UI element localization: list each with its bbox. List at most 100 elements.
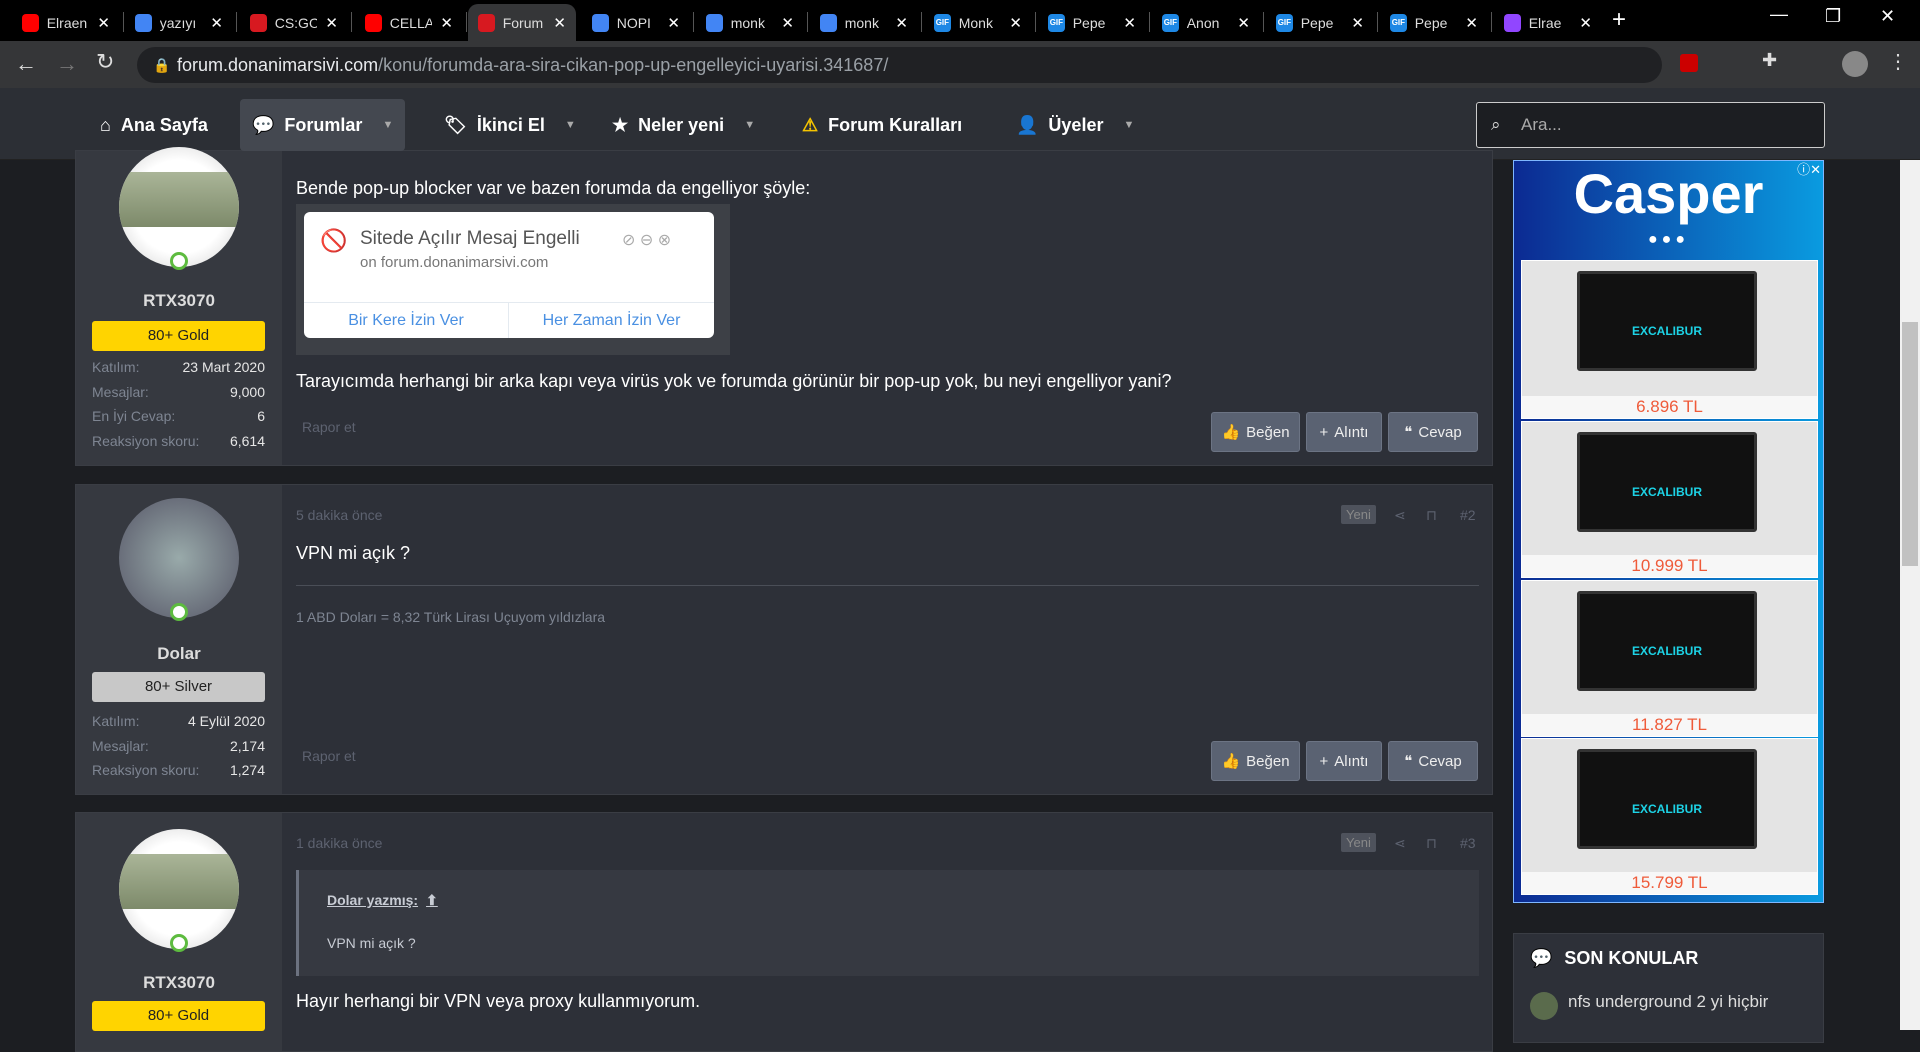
nav-item-neler-yeni[interactable]: ★ Neler yeni ▼ xyxy=(600,99,767,151)
nvidia-card-image xyxy=(119,854,239,909)
post-time[interactable]: 1 dakika önce xyxy=(296,835,382,851)
product-price: 11.827 TL xyxy=(1522,714,1817,736)
list-item[interactable]: nfs underground 2 yi hiçbir xyxy=(1530,992,1768,1020)
browser-tab[interactable]: CELLA ✕ xyxy=(355,4,463,41)
post-number[interactable]: #2 xyxy=(1460,507,1476,523)
quote-button[interactable]: + Alıntı xyxy=(1306,741,1382,781)
close-icon[interactable]: ✕ xyxy=(1465,14,1478,32)
browser-tab[interactable]: CS:GO ✕ xyxy=(240,4,348,41)
tab-separator xyxy=(1263,12,1264,32)
nvidia-card-image xyxy=(119,172,239,227)
close-icon[interactable]: ✕ xyxy=(440,14,453,32)
close-icon[interactable]: ✕ xyxy=(325,14,338,32)
nav-label: Forumlar xyxy=(284,114,363,135)
back-icon[interactable]: ← xyxy=(15,51,37,77)
post-number[interactable]: #3 xyxy=(1460,835,1476,851)
browser-tab[interactable]: GIF Pepe ✕ xyxy=(1266,4,1374,41)
close-icon[interactable]: ✕ xyxy=(895,14,908,32)
browser-tab[interactable]: monk ✕ xyxy=(696,4,804,41)
address-bar[interactable]: 🔒 forum.donanimarsivi.com/konu/forumda-ar… xyxy=(137,47,1662,83)
browser-tab[interactable]: yazıyı ✕ xyxy=(125,4,233,41)
chevron-down-icon[interactable]: ▼ xyxy=(382,119,393,131)
google-icon xyxy=(820,13,837,32)
maximize-icon[interactable]: ❐ xyxy=(1825,6,1841,27)
avatar[interactable] xyxy=(119,147,239,267)
username[interactable]: RTX3070 xyxy=(76,973,282,993)
forward-icon[interactable]: → xyxy=(56,51,78,77)
close-icon[interactable]: ✕ xyxy=(667,14,680,32)
quote-author[interactable]: Dolar yazmış: ⬆ xyxy=(327,892,438,909)
reply-button[interactable]: ❝ Cevap xyxy=(1388,412,1478,452)
browser-tab[interactable]: GIF Monk ✕ xyxy=(924,4,1032,41)
close-icon[interactable]: ✕ xyxy=(781,14,794,32)
chevron-down-icon[interactable]: ▼ xyxy=(1123,119,1134,131)
username[interactable]: Dolar xyxy=(76,644,282,664)
chevron-down-icon[interactable]: ▼ xyxy=(565,119,576,131)
username[interactable]: RTX3070 xyxy=(76,291,282,311)
like-button[interactable]: 👍 Beğen xyxy=(1211,741,1300,781)
close-icon[interactable]: ✕ xyxy=(1009,14,1022,32)
nav-item-ana-sayfa[interactable]: ⌂ Ana Sayfa xyxy=(88,99,220,151)
close-icon[interactable]: ✕ xyxy=(553,14,566,32)
avatar[interactable] xyxy=(1842,51,1868,77)
new-tab-icon[interactable]: + xyxy=(1612,6,1626,34)
report-link[interactable]: Rapor et xyxy=(302,419,356,435)
post-time[interactable]: 5 dakika önce xyxy=(296,507,382,523)
comments-icon: 💬 xyxy=(252,114,275,135)
arrow-up-circle-icon[interactable]: ⬆ xyxy=(426,892,438,908)
nav-item-i̇kinci-el[interactable]: 🏷 İkinci El ▼ xyxy=(432,99,588,151)
browser-tab[interactable]: Forum ✕ xyxy=(468,4,576,41)
minimize-icon[interactable]: — xyxy=(1770,4,1788,25)
user-stat: Mesajlar: 9,000 xyxy=(92,383,265,400)
avatar xyxy=(1530,992,1558,1020)
quote-button[interactable]: + Alıntı xyxy=(1306,412,1382,452)
bookmark-icon[interactable]: ⊓ xyxy=(1426,835,1437,852)
close-icon[interactable]: ✕ xyxy=(1351,14,1364,32)
nav-item-forum-kuralları[interactable]: ⚠ Forum Kuralları xyxy=(790,99,974,151)
like-button[interactable]: 👍 Beğen xyxy=(1211,412,1300,452)
tab-title: yazıyı xyxy=(159,14,197,31)
browser-tab[interactable]: Elraen ✕ xyxy=(12,4,120,41)
share-icon[interactable]: ⋖ xyxy=(1394,835,1406,852)
browser-tab[interactable]: GIF Anon ✕ xyxy=(1152,4,1260,41)
tab-separator xyxy=(1377,12,1378,32)
bookmark-icon[interactable]: ⊓ xyxy=(1426,507,1437,524)
avatar[interactable] xyxy=(119,498,239,618)
tab-title: Elrae xyxy=(1528,14,1562,31)
ad-product[interactable]: EXCALIBUR 6.896 TL xyxy=(1521,260,1818,419)
share-icon[interactable]: ⋖ xyxy=(1394,507,1406,524)
browser-tab[interactable]: Elrae ✕ xyxy=(1494,4,1602,41)
advertisement[interactable]: Casper ⓘ✕ ●●● EXCALIBUR 6.896 TL EXCALIBUR… xyxy=(1513,160,1824,903)
nav-item-forumlar[interactable]: 💬 Forumlar ▼ xyxy=(240,99,406,151)
nav-item-üyeler[interactable]: 👤 Üyeler ▼ xyxy=(1004,99,1146,151)
reply-button[interactable]: ❝ Cevap xyxy=(1388,741,1478,781)
browser-tab[interactable]: NOPI ✕ xyxy=(582,4,690,41)
ad-product[interactable]: EXCALIBUR 10.999 TL xyxy=(1521,421,1818,578)
close-icon[interactable]: ✕ xyxy=(1123,14,1136,32)
post: Dolar 80+ Silver Katılım: 4 Eylül 2020 Mesaj… xyxy=(75,484,1493,795)
close-icon[interactable]: ✕ xyxy=(1579,14,1592,32)
browser-tab[interactable]: GIF Pepe ✕ xyxy=(1380,4,1488,41)
ad-close-icon[interactable]: ⓘ✕ xyxy=(1797,159,1821,178)
close-icon[interactable]: ✕ xyxy=(210,14,223,32)
scrollbar[interactable] xyxy=(1900,160,1920,1030)
product-name: EXCALIBUR xyxy=(1631,485,1702,499)
extension-icon[interactable] xyxy=(1680,54,1698,72)
close-icon[interactable]: ✕ xyxy=(1237,14,1250,32)
rank-badge: 80+ Gold xyxy=(92,1001,265,1031)
close-icon[interactable]: ✕ xyxy=(97,14,110,32)
report-link[interactable]: Rapor et xyxy=(302,748,356,764)
ad-product[interactable]: EXCALIBUR 15.799 TL xyxy=(1521,738,1818,895)
browser-tab[interactable]: monk ✕ xyxy=(810,4,918,41)
avatar[interactable] xyxy=(119,829,239,949)
browser-tab[interactable]: GIF Pepe ✕ xyxy=(1038,4,1146,41)
menu-icon[interactable]: ⋮ xyxy=(1888,49,1908,74)
window-close-icon[interactable]: ✕ xyxy=(1880,6,1895,27)
search-input[interactable]: ⌕ Ara... xyxy=(1476,102,1825,148)
google-icon xyxy=(135,13,152,32)
reload-icon[interactable]: ↻ xyxy=(96,49,114,75)
ad-product[interactable]: EXCALIBUR 11.827 TL xyxy=(1521,580,1818,737)
chevron-down-icon[interactable]: ▼ xyxy=(744,119,755,131)
puzzle-icon[interactable]: ✚ xyxy=(1762,50,1777,71)
scrollbar-thumb[interactable] xyxy=(1902,322,1918,566)
